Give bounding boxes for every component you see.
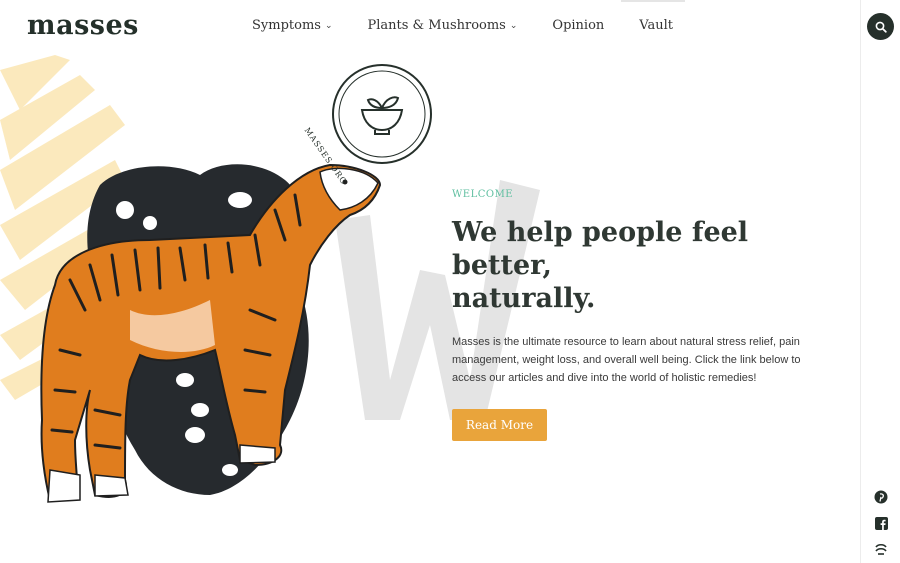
- nav-item-label: Plants & Mushrooms: [367, 18, 506, 33]
- chevron-down-icon: ⌄: [509, 20, 518, 31]
- facebook-icon: [874, 516, 888, 530]
- nav-item-plants-mushrooms[interactable]: Plants & Mushrooms ⌄: [368, 18, 518, 33]
- search-icon: [875, 21, 887, 33]
- search-button[interactable]: [867, 13, 894, 40]
- facebook-link[interactable]: [872, 514, 890, 532]
- hero-description: Masses is the ultimate resource to learn…: [452, 336, 801, 384]
- read-more-button[interactable]: Read More: [452, 409, 547, 441]
- hero-headline: We help people feel better, naturally.: [452, 216, 812, 315]
- headline-line-1: We help people feel better,: [452, 217, 749, 281]
- headline-line-2: naturally.: [452, 283, 596, 314]
- mix-link[interactable]: [872, 540, 890, 558]
- pinterest-link[interactable]: [872, 488, 890, 506]
- sidebar-divider: [860, 0, 861, 563]
- main-nav: Symptoms ⌄ Plants & Mushrooms ⌄ Opinion …: [252, 0, 708, 33]
- masses-org-badge: [332, 64, 432, 164]
- nav-item-symptoms[interactable]: Symptoms ⌄: [252, 18, 333, 33]
- chevron-down-icon: ⌄: [324, 20, 333, 31]
- nav-item-label: Vault: [639, 18, 673, 33]
- nav-item-label: Symptoms: [252, 18, 321, 33]
- nav-item-vault[interactable]: Vault: [621, 0, 685, 33]
- nav-item-opinion[interactable]: Opinion: [552, 18, 604, 33]
- nav-item-label: Opinion: [552, 18, 605, 33]
- site-logo[interactable]: masses: [27, 10, 139, 41]
- pinterest-icon: [874, 490, 888, 504]
- hero-eyebrow: WELCOME: [452, 189, 514, 200]
- hero-content: WELCOME We help people feel better, natu…: [452, 189, 812, 441]
- mix-icon: [875, 543, 887, 555]
